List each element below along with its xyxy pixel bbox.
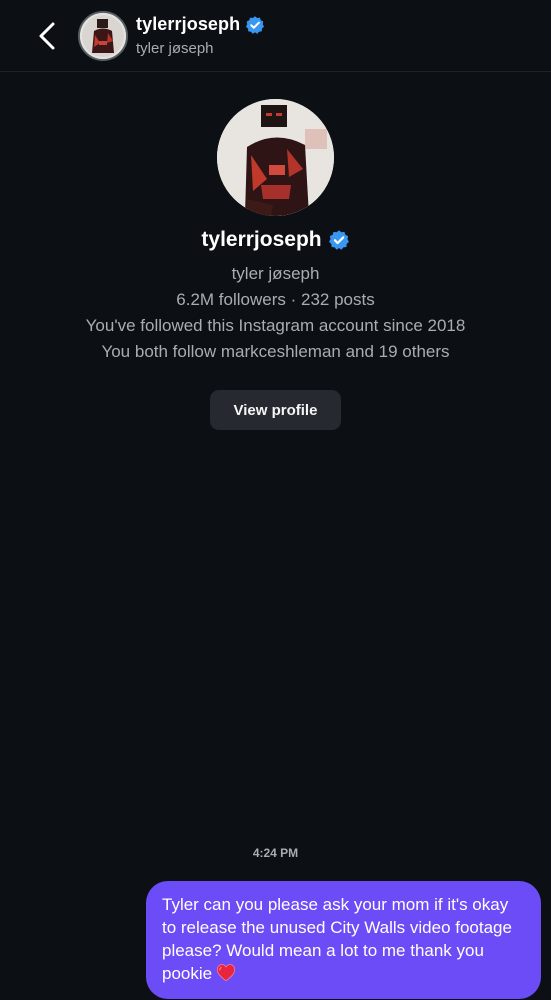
profile-avatar-image — [217, 99, 334, 216]
direct-message-screen: tylerrjoseph tyler jøseph tylerrjoseph t… — [0, 0, 551, 1000]
message-timestamp: 4:24 PM — [252, 846, 299, 860]
header-username: tylerrjoseph — [136, 14, 241, 34]
profile-full-name: tyler jøseph — [231, 264, 320, 283]
back-button[interactable] — [30, 18, 64, 54]
follow-since-text: You've followed this Instagram account s… — [85, 316, 466, 335]
header-full-name: tyler jøseph — [136, 40, 214, 57]
view-profile-button[interactable]: View profile — [210, 390, 341, 430]
verified-badge-icon — [246, 15, 265, 34]
profile-name-row: tylerrjoseph — [0, 228, 551, 252]
profile-stats: 6.2M followers · 232 posts — [176, 290, 375, 309]
mutual-followers-text: You both follow markceshleman and 19 oth… — [101, 342, 450, 361]
profile-avatar[interactable] — [217, 99, 334, 216]
message-text: Tyler can you please ask your mom if it'… — [162, 895, 512, 983]
header-name-row[interactable]: tylerrjoseph — [136, 14, 265, 35]
chevron-left-icon — [39, 22, 55, 50]
red-heart-icon — [217, 964, 236, 982]
header-avatar[interactable] — [78, 11, 128, 61]
profile-username: tylerrjoseph — [201, 228, 322, 251]
avatar-image — [80, 13, 126, 59]
outgoing-message-bubble[interactable]: Tyler can you please ask your mom if it'… — [146, 881, 541, 999]
chat-header: tylerrjoseph tyler jøseph — [0, 0, 551, 72]
verified-badge-icon — [328, 230, 349, 250]
